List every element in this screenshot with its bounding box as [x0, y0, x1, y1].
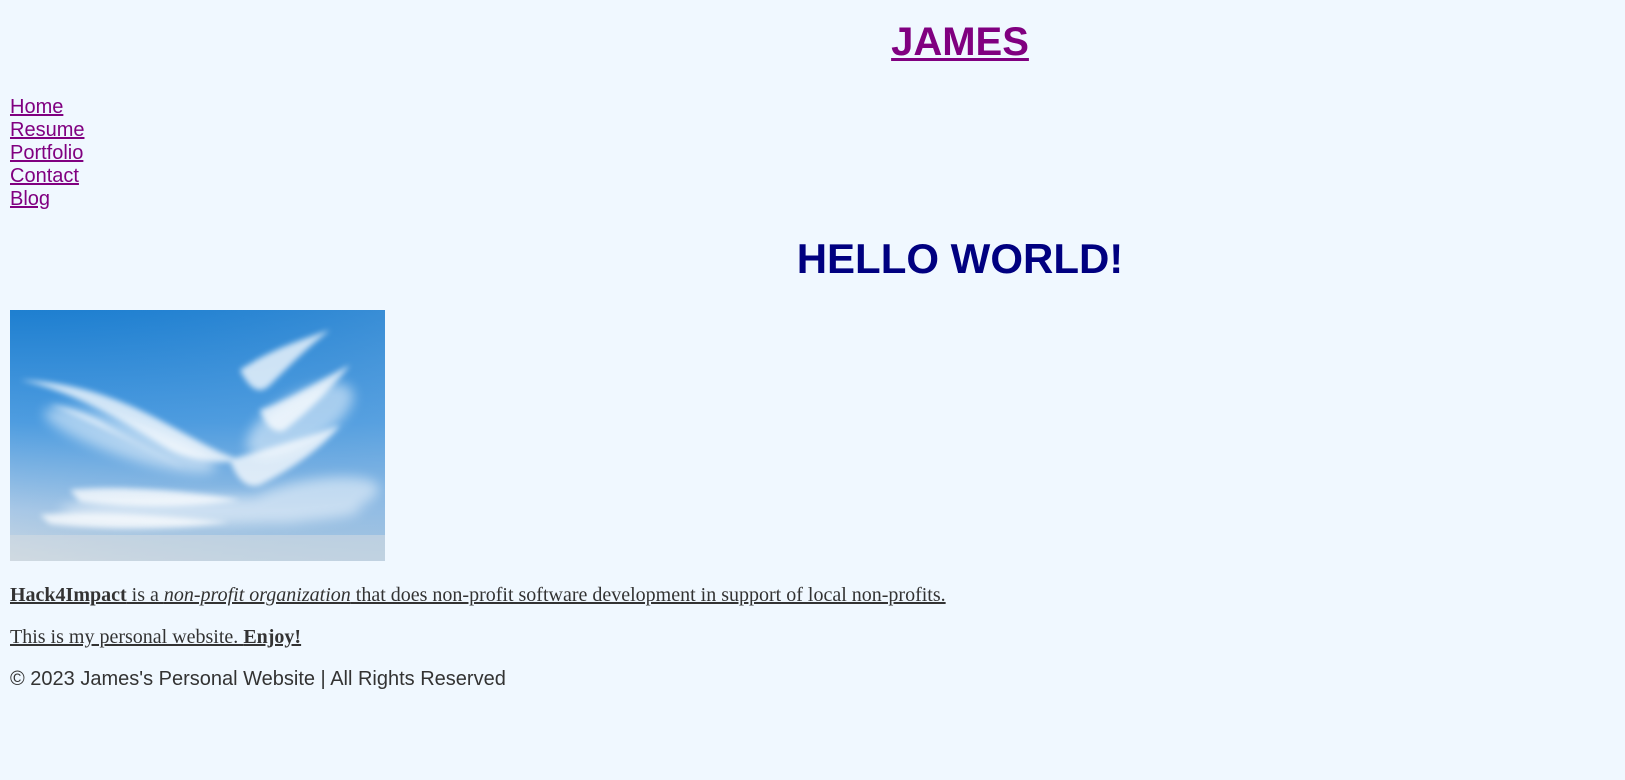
intro-text-b: that does non-profit software developmen… [350, 584, 946, 606]
main-nav: Home Resume Portfolio Contact Blog [10, 96, 84, 211]
nav-link-home[interactable]: Home [10, 96, 84, 119]
nav-link-portfolio[interactable]: Portfolio [10, 142, 84, 165]
hello-heading-wrap: HELLO WORLD! [0, 234, 1625, 284]
personal-text: This is my personal website. [10, 626, 244, 648]
org-name: Hack4Impact [10, 584, 127, 606]
intro-text-a: is a [126, 584, 164, 606]
site-title-link[interactable]: JAMES [891, 20, 1029, 64]
org-type: non-profit organization [163, 584, 351, 606]
personal-emphasis: Enjoy! [243, 626, 302, 648]
intro-paragraph: Hack4Impact is a non-profit organization… [10, 584, 946, 607]
sky-image [10, 310, 385, 561]
personal-paragraph: This is my personal website. Enjoy! [10, 626, 301, 649]
nav-link-resume[interactable]: Resume [10, 119, 84, 142]
page-heading: HELLO WORLD! [796, 235, 1124, 282]
nav-link-blog[interactable]: Blog [10, 188, 84, 211]
site-header: JAMES [0, 20, 1625, 65]
footer-text: © 2023 James's Personal Website | All Ri… [10, 668, 506, 690]
nav-link-contact[interactable]: Contact [10, 165, 84, 188]
